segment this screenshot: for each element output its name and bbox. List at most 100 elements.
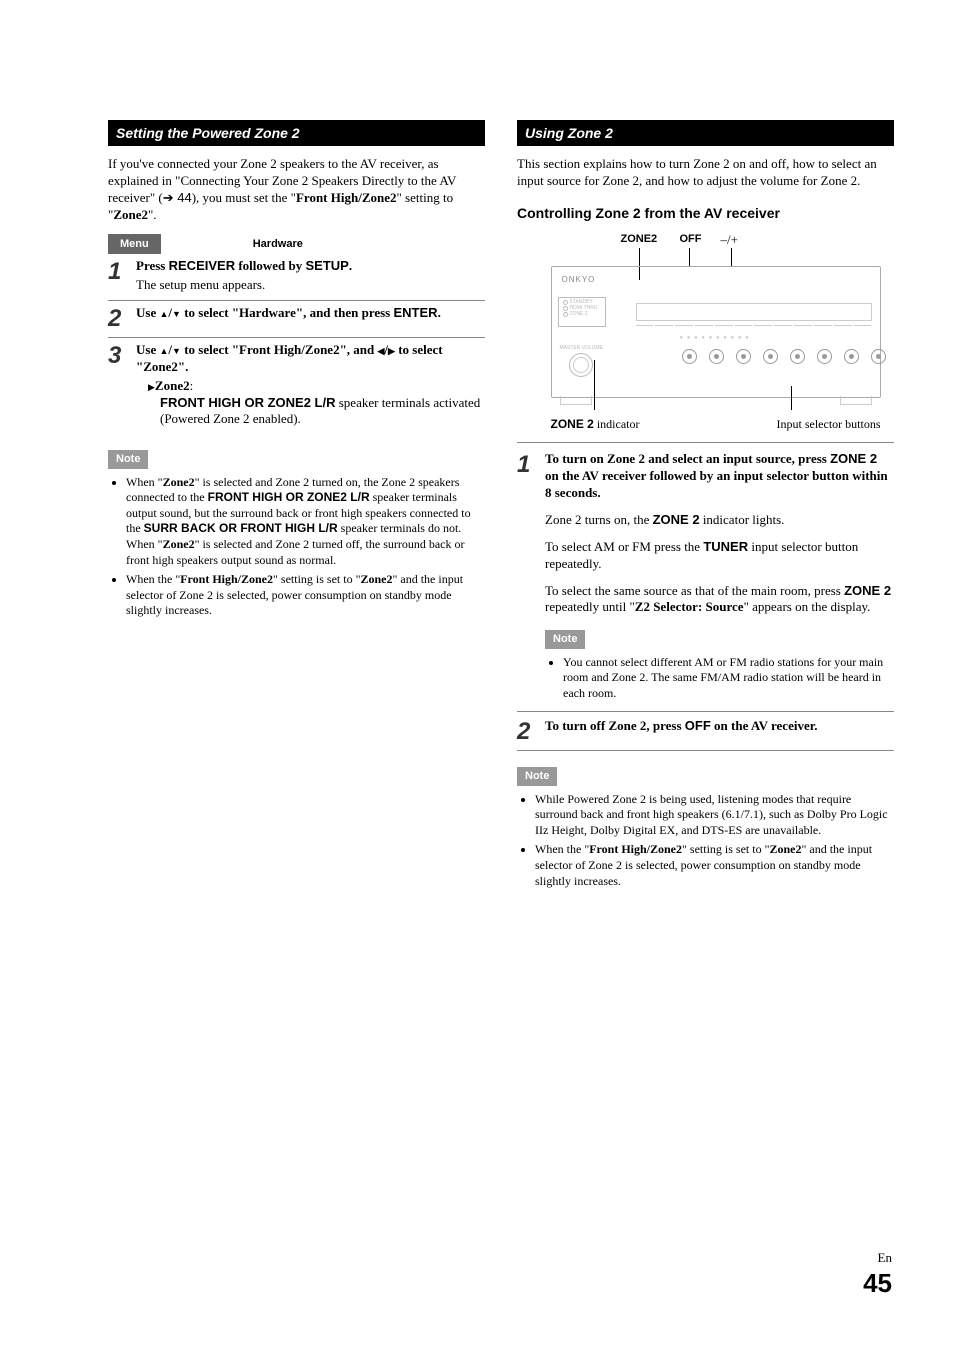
knob-icon [682, 349, 697, 364]
step-title: Use / to select "Hardware", and then pre… [136, 305, 485, 322]
note-tab: Note [545, 630, 585, 648]
indicator-box: STANDBY HDMI THRU ZONE 2 [558, 297, 606, 327]
knob-icon [844, 349, 859, 364]
terminal-label: FRONT HIGH OR ZONE2 L/R [208, 490, 370, 504]
button-label: Input selector buttons [777, 417, 881, 433]
text-bold: Zone2 [163, 537, 195, 551]
leader-line [594, 360, 595, 410]
indicator-label: ZONE 2 indicator [551, 417, 640, 433]
step-3: 3 Use / to select "Front High/Zone2", an… [108, 338, 485, 434]
indicator-label: ZONE 2 [653, 512, 700, 527]
step-body: To turn off Zone 2, press OFF on the AV … [545, 718, 894, 744]
volume-knob-area: MASTER VOLUME [560, 345, 603, 377]
text: Zone 2 turns on, the [545, 512, 653, 527]
leader-line [731, 248, 732, 266]
step-2-right: 2 To turn off Zone 2, press OFF on the A… [517, 711, 894, 751]
knob-icon [871, 349, 886, 364]
text: Use [136, 305, 159, 320]
note-item: You cannot select different AM or FM rad… [563, 655, 894, 702]
sub-detail: FRONT HIGH OR ZONE2 L/R speaker terminal… [148, 395, 485, 429]
step-number: 3 [108, 342, 136, 428]
text-bold: Front High/Zone2 [296, 190, 397, 205]
menu-tab: Menu [108, 234, 161, 254]
text: When the " [535, 842, 589, 856]
text: . [349, 258, 352, 273]
volume-knob-icon [569, 353, 593, 377]
text: ". [148, 207, 157, 222]
paragraph: To select the same source as that of the… [545, 583, 894, 617]
display-area [636, 303, 872, 321]
left-column: Setting the Powered Zone 2 If you've con… [108, 120, 485, 893]
text-bold: Zone2 [113, 207, 148, 222]
text-bold: Zone2 [163, 475, 195, 489]
note-item: When the "Front High/Zone2" setting is s… [126, 572, 485, 619]
button-label: RECEIVER [169, 258, 235, 273]
note-tab: Note [108, 450, 148, 468]
button-label: TUNER [703, 539, 748, 554]
knob-icon [763, 349, 778, 364]
arrow-up-icon [159, 305, 168, 320]
text: : [190, 378, 194, 393]
figure-bottom-labels: ZONE 2 indicator Input selector buttons [551, 417, 881, 433]
right-column: Using Zone 2 This section explains how t… [517, 120, 894, 893]
intro-paragraph-right: This section explains how to turn Zone 2… [517, 156, 894, 190]
text: to select "Front High/Zone2", and [181, 342, 378, 357]
volume-label: MASTER VOLUME [560, 345, 603, 352]
page-ref: ➔ 44 [163, 190, 192, 205]
paragraph: Zone 2 turns on, the ZONE 2 indicator li… [545, 512, 894, 529]
paragraph: To select AM or FM press the TUNER input… [545, 539, 894, 573]
notes-list: When "Zone2" is selected and Zone 2 turn… [108, 475, 485, 619]
step-number: 1 [517, 451, 545, 705]
step-body: Use / to select "Front High/Zone2", and … [136, 342, 485, 428]
text: ), you must set the " [192, 190, 296, 205]
button-row [636, 325, 872, 331]
subheading: Controlling Zone 2 from the AV receiver [517, 204, 894, 222]
text-bold: Zone2 [769, 842, 801, 856]
text: When " [126, 475, 163, 489]
text: to select "Hardware", and then press [181, 305, 394, 320]
arrow-right-icon [148, 378, 155, 393]
leader-line [791, 386, 792, 410]
terminal-label: FRONT HIGH OR ZONE2 L/R [160, 395, 336, 410]
dot-row: ● ● ● ● ● ● ● ● ● ● [680, 335, 750, 343]
button-label: SETUP [306, 258, 349, 273]
label-zone2: ZONE2 [621, 232, 658, 246]
menu-tab-row: Menu Hardware [108, 234, 485, 254]
foot-icon [560, 396, 592, 405]
text: Press [136, 258, 169, 273]
arrow-up-icon [159, 342, 168, 357]
text: When the " [126, 572, 180, 586]
step-body: Use / to select "Hardware", and then pre… [136, 305, 485, 331]
brand-logo: ONKYO [562, 275, 596, 285]
leader-line [689, 248, 690, 266]
step-number: 2 [517, 718, 545, 744]
notes-list: You cannot select different AM or FM rad… [545, 655, 894, 702]
text: indicator lights. [700, 512, 785, 527]
manual-page: Setting the Powered Zone 2 If you've con… [0, 0, 954, 1351]
text: . [438, 305, 441, 320]
step-number: 2 [108, 305, 136, 331]
step-body: To turn on Zone 2 and select an input so… [545, 451, 894, 705]
page-number-block: En 45 [863, 1250, 892, 1301]
two-columns: Setting the Powered Zone 2 If you've con… [108, 120, 894, 893]
text-bold: ZONE 2 [551, 417, 594, 431]
step-1: 1 Press RECEIVER followed by SETUP. The … [108, 254, 485, 301]
text: Use [136, 342, 159, 357]
text: " setting is set to " [273, 572, 360, 586]
step-title: Press RECEIVER followed by SETUP. [136, 258, 485, 275]
arrow-right-icon [388, 342, 395, 357]
page-language: En [863, 1250, 892, 1267]
text-bold: Zone2 [155, 378, 190, 393]
foot-icon [840, 396, 872, 405]
text-bold: Z2 Selector: Source [635, 599, 744, 614]
button-label: ZONE 2 [844, 583, 891, 598]
text-bold: Front High/Zone2 [589, 842, 682, 856]
knob-icon [790, 349, 805, 364]
step-body: Press RECEIVER followed by SETUP. The se… [136, 258, 485, 294]
knob-icon [709, 349, 724, 364]
step-number: 1 [108, 258, 136, 294]
step-title: To turn off Zone 2, press OFF on the AV … [545, 718, 894, 735]
text: " setting is set to " [682, 842, 769, 856]
arrow-down-icon [172, 305, 181, 320]
terminal-label: SURR BACK OR FRONT HIGH L/R [144, 521, 338, 535]
